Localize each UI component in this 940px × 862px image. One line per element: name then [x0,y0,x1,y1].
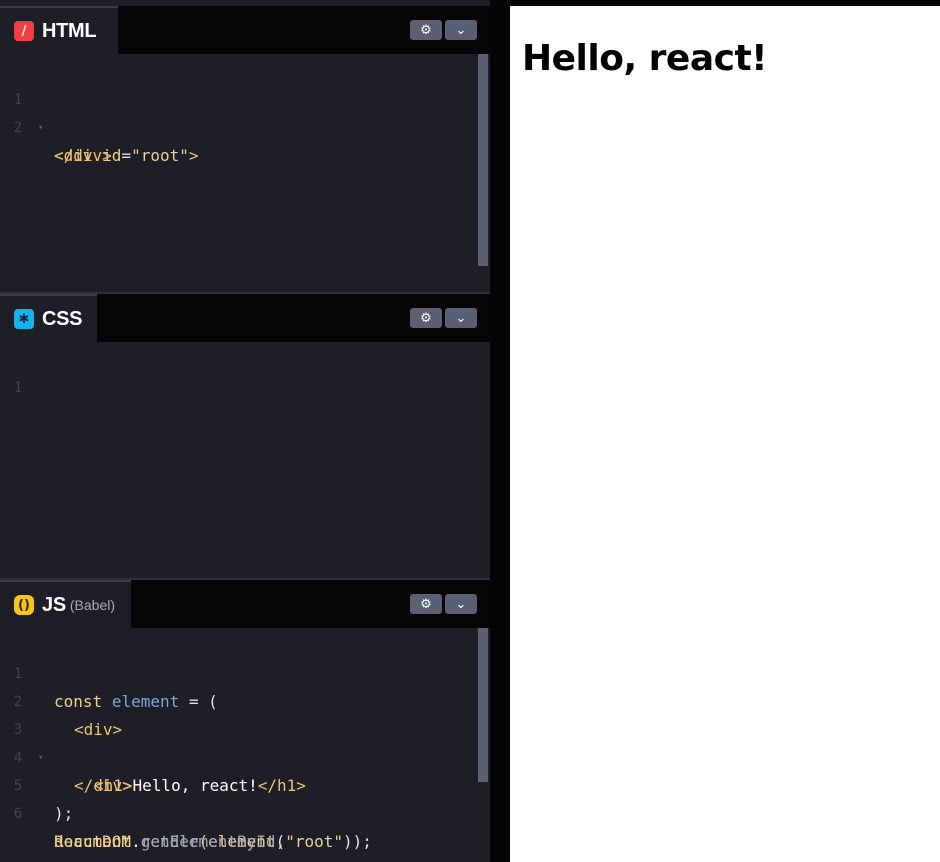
code-line: 4 </div> [0,716,470,795]
html-tab-title: HTML [42,19,97,42]
code-line: 1 [0,346,470,396]
code-token: > [188,146,199,165]
html-badge-icon: / [14,21,34,41]
code-line: 1 const element = ( [0,632,470,711]
code-token: getElementById [140,832,276,851]
code-line: 5 ); [0,744,470,823]
css-badge-icon: ✱ [14,309,34,329]
gear-icon: ⚙ [420,22,432,38]
css-tab[interactable]: ✱ CSS [0,294,97,342]
preview-heading: Hello, react! [522,38,768,79]
js-panel: () JS (Babel) ⚙ ⌄ 1 const element = ( 2 … [0,580,490,862]
code-token: </div> [54,146,112,165]
js-settings-button[interactable]: ⚙ [410,594,442,614]
code-token: . [131,832,141,851]
js-tab-title: JS [42,593,66,616]
code-line: 2 </div> [0,86,470,165]
code-token: ( [275,832,286,851]
resize-gutter[interactable] [490,0,510,862]
code-line: document.getElementById("root")); [0,800,470,851]
css-tab-title: CSS [42,307,83,330]
css-panel: ✱ CSS ⚙ ⌄ 1 [0,294,490,580]
js-collapse-button[interactable]: ⌄ [445,594,477,614]
html-panel-header: / HTML ⚙ ⌄ [0,6,490,54]
code-token: "root" [285,832,343,851]
js-scrollbar[interactable] [478,628,488,782]
gear-icon: ⚙ [420,310,432,326]
js-tab[interactable]: () JS (Babel) [0,580,131,628]
code-token: )); [343,832,372,851]
html-scrollbar[interactable] [478,54,488,266]
html-panel: / HTML ⚙ ⌄ 1 ▾ <div id="root"> 2 </div> [0,6,490,294]
chevron-down-icon: ⌄ [455,22,467,38]
code-line: 6 ReactDOM.render(element, [0,772,470,851]
js-tab-subtitle: (Babel) [69,597,116,613]
js-panel-header: () JS (Babel) ⚙ ⌄ [0,580,490,628]
chevron-down-icon: ⌄ [455,310,467,326]
html-collapse-button[interactable]: ⌄ [445,20,477,40]
editor-column: / HTML ⚙ ⌄ 1 ▾ <div id="root"> 2 </div> … [0,0,490,862]
code-token: "root" [131,146,189,165]
preview-pane [510,6,940,862]
line-number: 1 [13,380,23,396]
code-line: 3 ▾ <h1>Hello, react!</h1> [0,688,470,795]
gear-icon: ⚙ [420,596,432,612]
chevron-down-icon: ⌄ [455,596,467,612]
css-collapse-button[interactable]: ⌄ [445,308,477,328]
line-number: 2 [13,120,23,136]
code-token: = [121,146,132,165]
css-panel-header: ✱ CSS ⚙ ⌄ [0,294,490,342]
html-tab[interactable]: / HTML [0,6,118,54]
js-badge-icon: () [14,595,34,615]
code-line: 1 ▾ <div id="root"> [0,58,470,165]
html-settings-button[interactable]: ⚙ [410,20,442,40]
code-line: 2 <div> [0,660,470,739]
code-token: document [54,832,132,851]
css-settings-button[interactable]: ⚙ [410,308,442,328]
